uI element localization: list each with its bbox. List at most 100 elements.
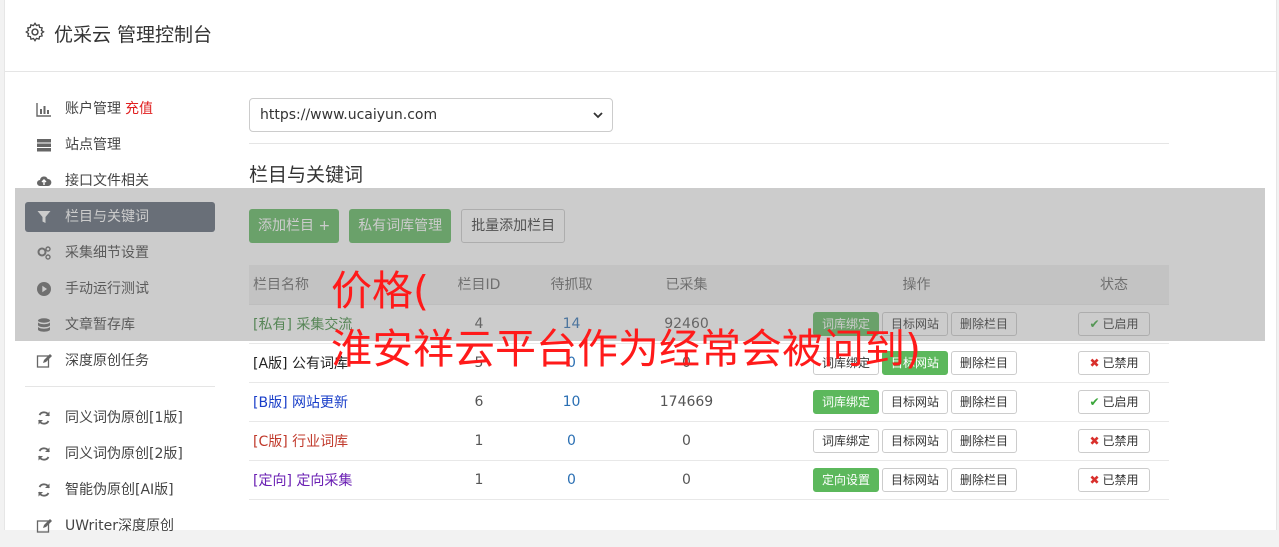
sidebar-item-label: 同义词伪原创[1版] <box>65 410 183 426</box>
delete-column-button[interactable]: 删除栏目 <box>951 467 1018 492</box>
column-name-link[interactable]: 采集交流 <box>296 317 352 333</box>
app-title: 优采云 管理控制台 <box>54 24 213 46</box>
sidebar-item-article-store[interactable]: 文章暂存库 <box>25 310 215 340</box>
close-icon: ✖ <box>1089 472 1100 487</box>
sidebar-item-manual-run[interactable]: 手动运行测试 <box>25 274 215 304</box>
column-name-cell: [私有] 采集交流 <box>249 304 414 343</box>
table-row: [C版] 行业词库 1 0 0 词库绑定 目标网站 删除栏目 ✖ 已禁用 <box>249 421 1169 460</box>
target-site-button[interactable]: 目标网站 <box>881 467 948 492</box>
check-icon: ✔ <box>1089 316 1100 331</box>
column-tag: [C版] <box>253 433 288 450</box>
column-tag: [私有] <box>253 316 292 333</box>
sidebar-item-label: 栏目与关键词 <box>65 209 149 225</box>
edit-icon <box>36 354 52 368</box>
delete-column-button[interactable]: 删除栏目 <box>951 428 1018 453</box>
refresh-icon <box>38 411 50 425</box>
divider <box>249 143 1169 144</box>
column-tag: [B版] <box>253 394 288 411</box>
column-name-link[interactable]: 网站更新 <box>292 395 348 411</box>
lexicon-bind-button[interactable]: 词库绑定 <box>812 389 879 414</box>
cloud-upload-icon <box>37 176 52 186</box>
close-icon: ✖ <box>1089 433 1100 448</box>
table-row: [B版] 网站更新 6 10 174669 词库绑定 目标网站 删除栏目 ✔ 已启用 <box>249 382 1169 421</box>
sidebar-item-synonym-v1[interactable]: 同义词伪原创[1版] <box>25 403 215 433</box>
columns-table: 栏目名称 栏目ID 待抓取 已采集 操作 状态 [私有] 采集交流 4 14 9… <box>249 265 1169 500</box>
column-name-link[interactable]: 公有词库 <box>292 356 348 372</box>
column-header: 已采集 <box>665 277 708 294</box>
pending-cell: 14 <box>562 315 581 332</box>
pending-cell: 0 <box>567 354 576 371</box>
status-toggle[interactable]: ✖ 已禁用 <box>1078 350 1150 375</box>
table-header-row: 栏目名称 栏目ID 待抓取 已采集 操作 状态 <box>249 265 1169 304</box>
sidebar-item-label: 智能伪原创[AI版] <box>65 482 174 498</box>
column-id-cell: 4 <box>474 315 484 332</box>
lexicon-bind-button[interactable]: 词库绑定 <box>812 350 879 375</box>
site-select[interactable]: https://www.ucaiyun.com <box>249 98 613 132</box>
sidebar-item-account[interactable]: 账户管理 充值 <box>25 94 215 124</box>
target-site-button[interactable]: 目标网站 <box>881 428 948 453</box>
status-label: 已禁用 <box>1102 433 1139 448</box>
app-header: 优采云 管理控制台 <box>5 0 1276 72</box>
play-circle-icon <box>37 282 51 296</box>
sidebar-item-uwriter[interactable]: UWriter深度原创 <box>25 511 215 541</box>
column-name-cell: [A版] 公有词库 <box>249 343 414 382</box>
target-site-button[interactable]: 目标网站 <box>881 389 948 414</box>
refresh-icon <box>38 483 50 497</box>
section-title: 栏目与关键词 <box>249 164 364 186</box>
sidebar-item-label: 文章暂存库 <box>65 317 135 333</box>
delete-column-button[interactable]: 删除栏目 <box>951 350 1018 375</box>
delete-column-button[interactable]: 删除栏目 <box>951 389 1018 414</box>
sidebar-item-collect-settings[interactable]: 采集细节设置 <box>25 238 215 268</box>
lexicon-bind-button[interactable]: 词库绑定 <box>812 311 879 336</box>
column-name-cell: [C版] 行业词库 <box>249 421 414 460</box>
column-header: 状态 <box>1100 277 1128 294</box>
add-column-button[interactable]: 添加栏目 + <box>249 209 340 243</box>
toolbar: 添加栏目 + 私有词库管理 批量添加栏目 <box>249 209 1169 243</box>
column-tag: [定向] <box>253 472 292 489</box>
sidebar-item-columns[interactable]: 栏目与关键词 <box>25 202 215 232</box>
recharge-link[interactable]: 充值 <box>125 101 153 117</box>
database-icon <box>38 318 50 332</box>
sidebar-item-sites[interactable]: 站点管理 <box>25 130 215 160</box>
column-name-link[interactable]: 定向采集 <box>296 473 352 489</box>
sidebar-item-interface[interactable]: 接口文件相关 <box>25 166 215 196</box>
chevron-down-icon <box>593 112 603 119</box>
status-toggle[interactable]: ✔ 已启用 <box>1078 311 1150 336</box>
column-header: 栏目ID <box>457 277 501 294</box>
lexicon-bind-button[interactable]: 词库绑定 <box>812 428 879 453</box>
bar-chart-icon <box>36 103 51 117</box>
column-name-link[interactable]: 行业词库 <box>292 434 348 450</box>
status-toggle[interactable]: ✖ 已禁用 <box>1078 467 1150 492</box>
status-toggle[interactable]: ✖ 已禁用 <box>1078 428 1150 453</box>
status-cell: ✖ 已禁用 <box>1059 460 1169 499</box>
target-site-button[interactable]: 目标网站 <box>881 311 948 336</box>
batch-add-button[interactable]: 批量添加栏目 <box>461 209 566 243</box>
app-window: 优采云 管理控制台 账户管理 充值 站点管理 接口文件相关 栏目与关键词 采集细节… <box>4 0 1277 534</box>
column-name-cell: [定向] 定向采集 <box>249 460 414 499</box>
sidebar-item-label: 手动运行测试 <box>65 281 149 297</box>
cogs-icon <box>37 246 51 260</box>
operations-cell: 词库绑定 目标网站 删除栏目 <box>774 421 1059 460</box>
sidebar-item-ai-rewrite[interactable]: 智能伪原创[AI版] <box>25 475 215 505</box>
sidebar-item-label: 账户管理 <box>65 101 121 117</box>
column-tag: [A版] <box>253 355 288 372</box>
private-lexicon-button[interactable]: 私有词库管理 <box>349 209 452 243</box>
filter-icon <box>37 211 51 223</box>
pending-cell: 0 <box>567 471 576 488</box>
target-site-button[interactable]: 目标网站 <box>881 350 948 375</box>
status-label: 已禁用 <box>1102 472 1139 487</box>
directed-settings-button[interactable]: 定向设置 <box>812 467 879 492</box>
sidebar-item-label: 站点管理 <box>65 137 121 153</box>
sidebar-divider <box>25 386 215 387</box>
column-id-cell: 1 <box>474 471 484 488</box>
sidebar-item-deep-original[interactable]: 深度原创任务 <box>25 346 215 376</box>
table-row: [定向] 定向采集 1 0 0 定向设置 目标网站 删除栏目 ✖ 已禁用 <box>249 460 1169 499</box>
gear-icon <box>25 22 45 42</box>
sidebar-item-synonym-v2[interactable]: 同义词伪原创[2版] <box>25 439 215 469</box>
status-toggle[interactable]: ✔ 已启用 <box>1078 389 1150 414</box>
delete-column-button[interactable]: 删除栏目 <box>951 311 1018 336</box>
status-cell: ✔ 已启用 <box>1059 382 1169 421</box>
operations-cell: 词库绑定 目标网站 删除栏目 <box>774 304 1059 343</box>
close-icon: ✖ <box>1089 355 1100 370</box>
pending-cell: 10 <box>562 393 581 410</box>
